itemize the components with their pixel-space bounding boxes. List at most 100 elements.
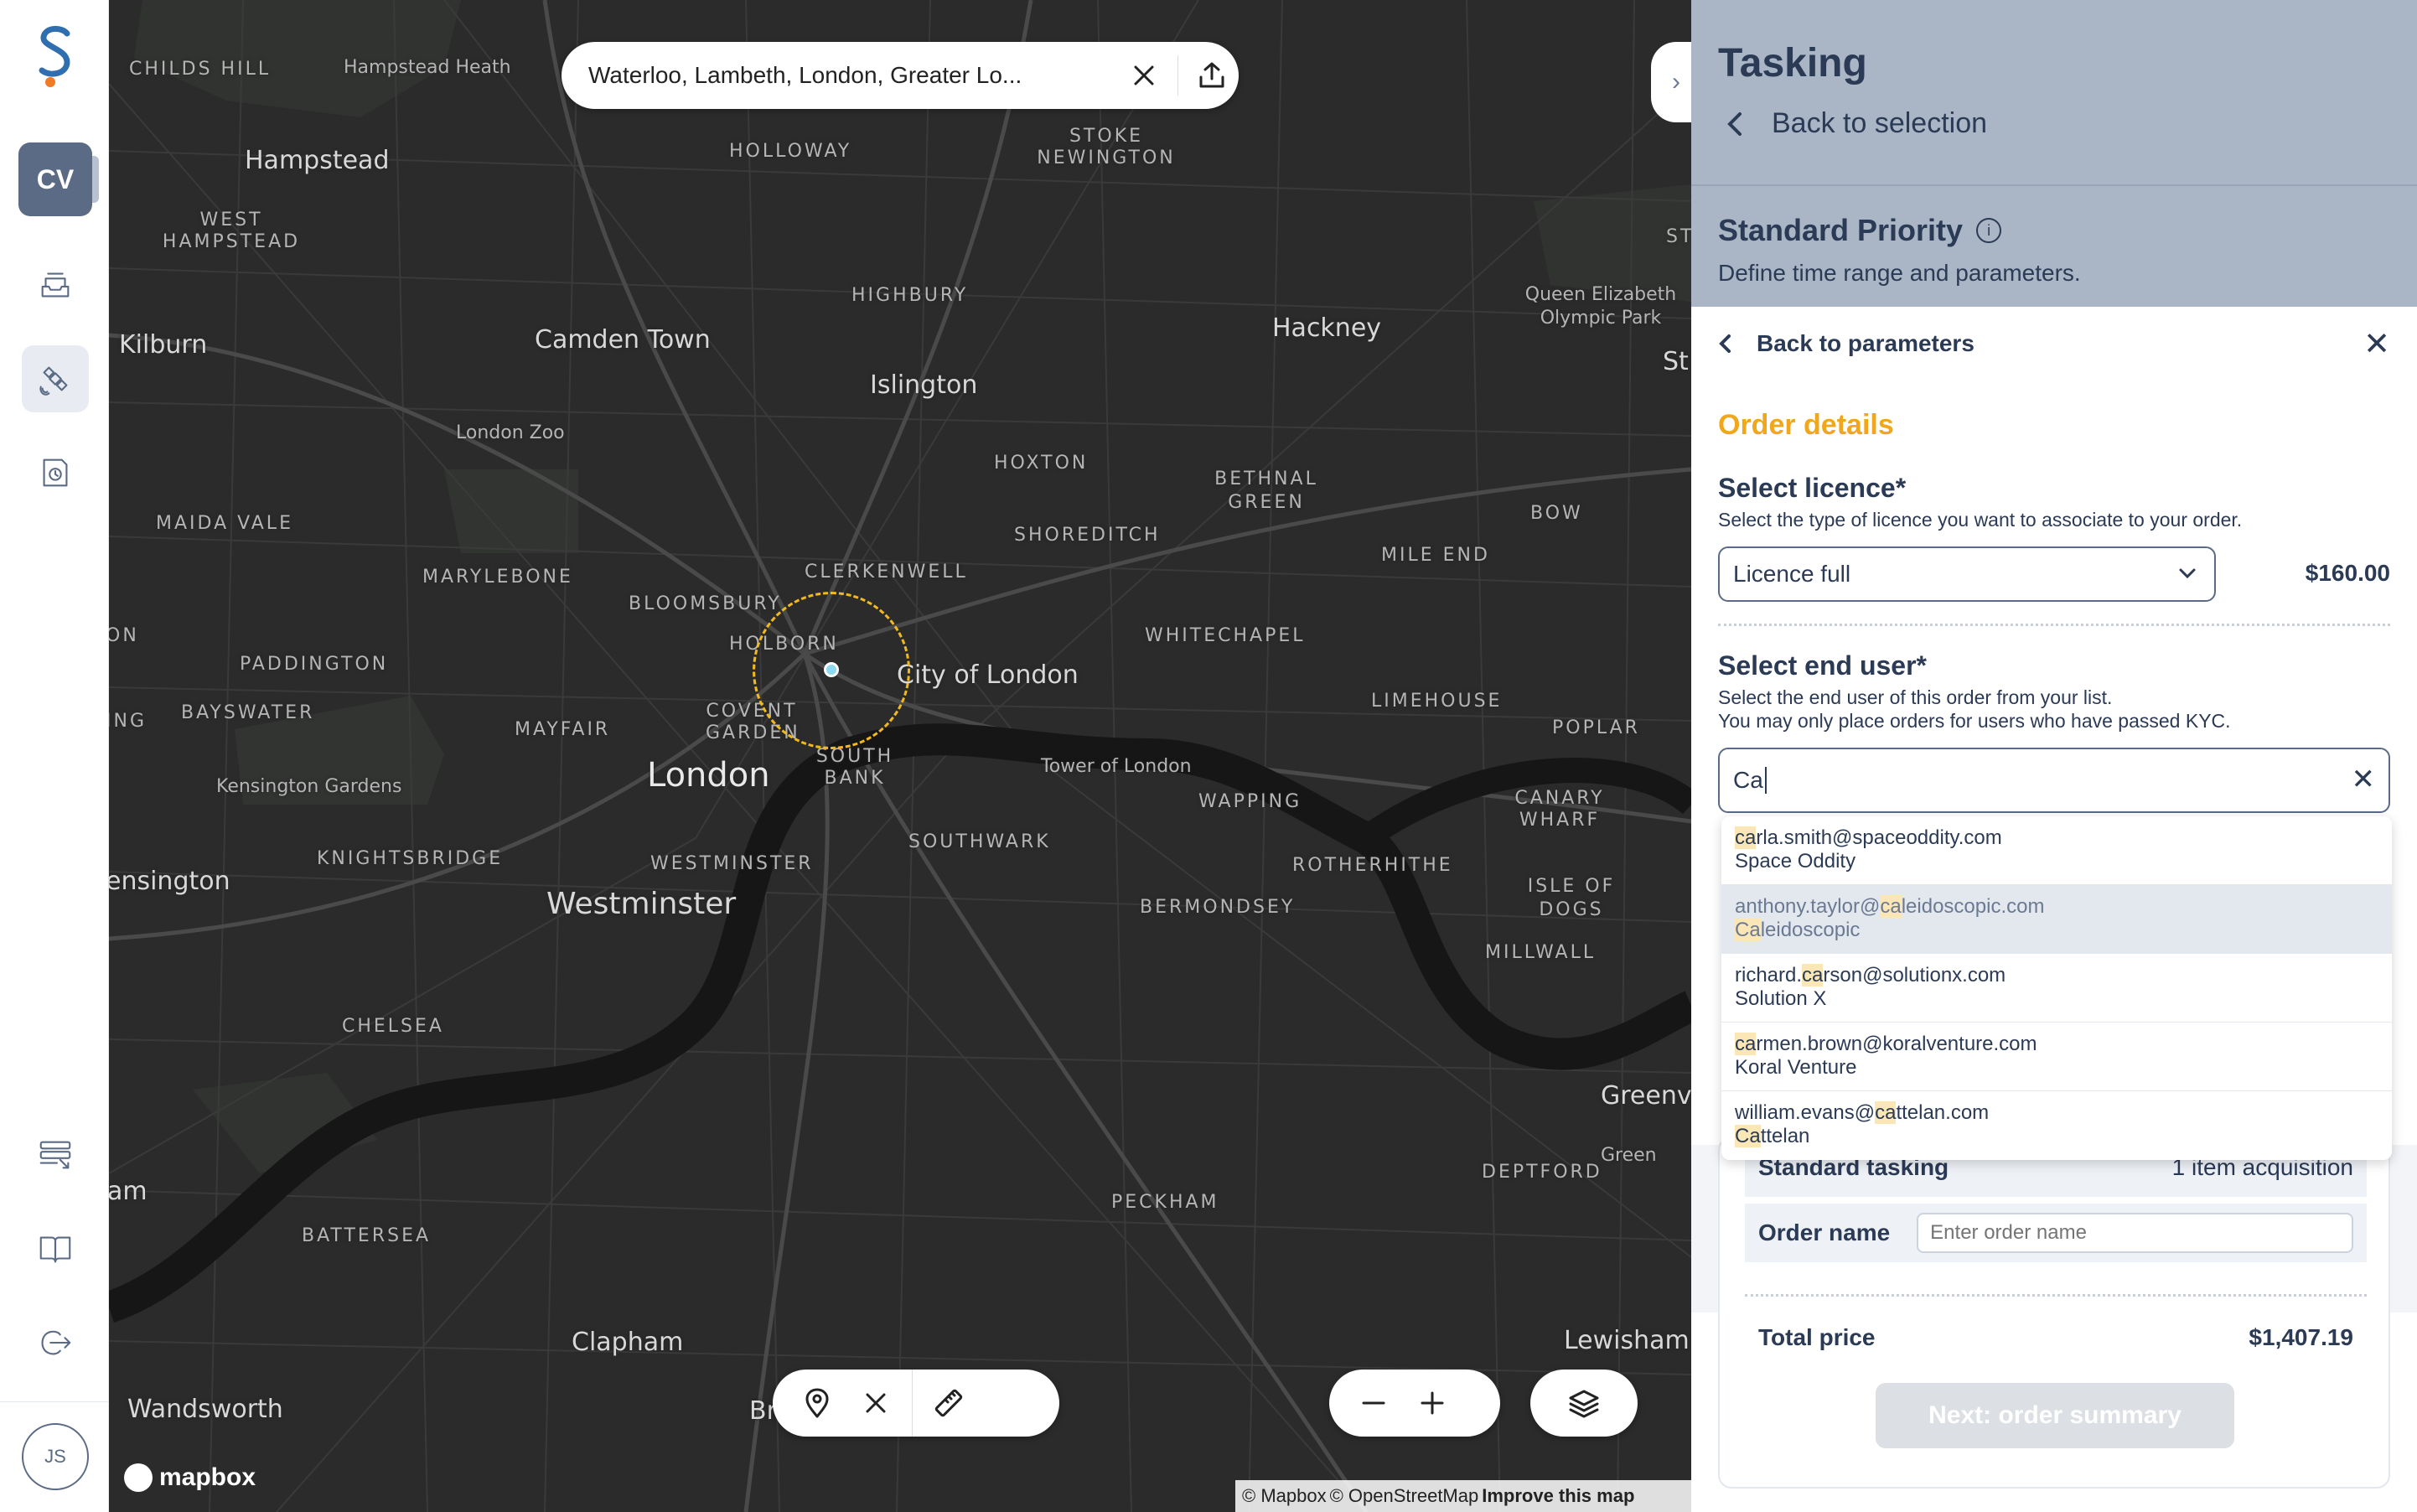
suggestion-item[interactable]: william.evans@cattelan.com Cattelan [1721,1091,2392,1160]
info-icon[interactable]: i [1976,218,2002,243]
left-rail: CV JS [0,0,109,1512]
place-label: City of London [897,660,1079,690]
plus-icon [1421,1391,1444,1415]
place-label: Hampstead [245,146,390,175]
clear-input-icon[interactable]: ✕ [2352,763,2376,796]
place-label: Wandsworth [127,1395,283,1424]
order-details-card: Back to parameters ✕ Order details Selec… [1691,307,2417,1512]
location-search-value[interactable]: Waterloo, Lambeth, London, Greater Lo... [588,62,1117,89]
end-user-search-input[interactable]: Ca ✕ [1718,748,2390,813]
zoom-controls [1329,1370,1500,1437]
end-user-help-kyc: You may only place orders for users who … [1718,710,2231,732]
aoi-center-marker[interactable] [824,662,839,677]
place-label: MILLWALL [1485,942,1597,963]
ruler-icon [934,1389,963,1417]
place-label: Tower of London [1041,756,1192,777]
total-price-value: $1,407.19 [2249,1324,2353,1350]
order-summary-box: Standard tasking 1 item acquisition Orde… [1718,1137,2390,1489]
text-caret [1764,767,1767,794]
suggestion-item[interactable]: anthony.taylor@caleidoscopic.com Caleido… [1721,885,2392,954]
place-label: Westminster [546,887,737,921]
tasking-button[interactable] [22,345,89,412]
suggestion-item[interactable]: richard.carson@solutionx.com Solution X [1721,954,2392,1023]
licence-help: Select the type of licence you want to a… [1718,509,2243,531]
toolbar-divider [912,1370,913,1437]
layers-button[interactable] [1555,1374,1613,1432]
mapbox-logo-text: mapbox [159,1463,256,1491]
place-label: London [647,756,770,795]
clear-search-button[interactable] [1117,49,1171,102]
suggestion-item[interactable]: carla.smith@spaceoddity.com Space Oddity [1721,816,2392,885]
place-label: Hampstead Heath [344,57,511,78]
back-to-parameters-label: Back to parameters [1757,330,1974,356]
place-label: Islington [870,370,978,400]
place-label: WAPPING [1198,791,1302,812]
mapbox-logo[interactable]: mapbox [124,1463,256,1492]
logout-button[interactable] [22,1309,89,1376]
location-search-bar[interactable]: Waterloo, Lambeth, London, Greater Lo... [562,42,1239,109]
suggestion-item[interactable]: carmen.brown@koralventure.com Koral Vent… [1721,1023,2392,1091]
priority-subtitle: Define time range and parameters. [1718,260,2081,286]
place-label: CHELSEA [342,1016,444,1037]
pin-tool-button[interactable] [788,1374,846,1432]
location-pin-icon [805,1388,829,1418]
end-user-help: Select the end user of this order from y… [1718,686,2113,708]
place-label: ISLE OF DOGS [1527,876,1616,920]
back-to-parameters-link[interactable]: Back to parameters [1718,330,1974,357]
place-label: DEPTFORD [1482,1162,1602,1183]
inbox-icon [41,272,70,298]
place-label: Lewisham [1564,1326,1690,1355]
place-label: Camden Town [535,325,711,355]
map-attribution: © Mapbox © OpenStreetMap Improve this ma… [1235,1480,1691,1512]
logo-icon[interactable] [30,22,80,89]
place-label: STOKE NEWINGTON [1037,126,1176,168]
orders-button[interactable] [22,439,89,506]
layers-control [1530,1370,1638,1437]
improve-map-link[interactable]: Improve this map [1482,1485,1634,1507]
workspace-avatar[interactable]: CV [18,142,92,216]
order-details-heading: Order details [1718,409,1894,441]
total-price-row: Total price $1,407.19 [1758,1324,2353,1351]
panel-title: Tasking [1718,41,1867,85]
next-order-summary-button[interactable]: Next: order summary [1876,1383,2234,1448]
close-icon[interactable]: ✕ [2363,325,2390,363]
licence-price: $160.00 [2305,560,2390,586]
order-name-label: Order name [1758,1219,1891,1245]
place-label: BATTERSEA [302,1225,432,1246]
docs-button[interactable] [22,1215,89,1282]
place-label: MILE END [1381,545,1490,566]
place-label: Kensington Gardens [216,776,402,797]
user-avatar[interactable]: JS [22,1423,89,1490]
inbox-button[interactable] [22,251,89,318]
place-label: ING [109,711,147,732]
place-label: HOXTON [994,453,1089,474]
map-canvas[interactable]: CHILDS HILL Hampstead Heath Hampstead WE… [109,0,1691,1512]
chevron-down-icon [2179,568,2196,579]
back-to-selection-link[interactable]: Back to selection [1725,107,1987,140]
tasking-panel: Tasking Back to selection Standard Prior… [1691,0,2417,1512]
list-button[interactable] [22,1121,89,1188]
osm-attribution-link[interactable]: © OpenStreetMap [1330,1485,1479,1507]
order-name-input[interactable] [1917,1213,2353,1253]
draw-toolbar [773,1370,1059,1437]
licence-select[interactable]: Licence full [1718,546,2216,602]
place-label: HOLLOWAY [729,141,852,162]
measure-tool-button[interactable] [919,1374,978,1432]
place-label: BETHNAL GREEN [1214,469,1318,513]
zoom-in-button[interactable] [1403,1374,1462,1432]
zoom-out-button[interactable] [1344,1374,1403,1432]
list-icon [39,1141,71,1169]
minus-icon [1362,1401,1385,1405]
section-divider [1718,624,2390,626]
place-label: BOW [1530,503,1583,524]
place-label: PADDINGTON [240,654,389,675]
upload-button[interactable] [1185,49,1239,102]
collapse-panel-button[interactable]: › [1651,42,1691,122]
clear-tool-button[interactable] [846,1374,905,1432]
place-label: ROTHERHITHE [1292,855,1453,876]
mapbox-attribution-link[interactable]: © Mapbox [1242,1485,1327,1507]
summary-divider [1745,1294,2367,1297]
licence-label: Select licence* [1718,473,1907,503]
place-label: London Zoo [456,422,565,443]
place-label: ON [109,625,139,646]
